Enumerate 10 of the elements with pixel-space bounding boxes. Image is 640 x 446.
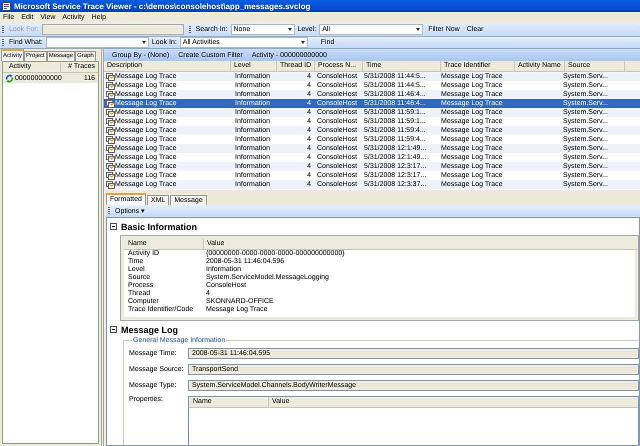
window-title: Microsoft Service Trace Viewer - c:\demos\consolehost\app_messages.svclog: [14, 2, 310, 10]
section-title: Message Log: [121, 324, 178, 334]
find-what-field[interactable]: [46, 37, 149, 48]
app-icon: [2, 2, 11, 10]
collapse-icon[interactable]: [110, 223, 117, 230]
toolbar-grip[interactable]: [188, 26, 191, 34]
circular-arrows-icon: [5, 74, 14, 82]
collapse-icon[interactable]: [110, 326, 117, 333]
section-title: Basic Information: [121, 222, 198, 232]
look-for-field[interactable]: [42, 24, 184, 35]
